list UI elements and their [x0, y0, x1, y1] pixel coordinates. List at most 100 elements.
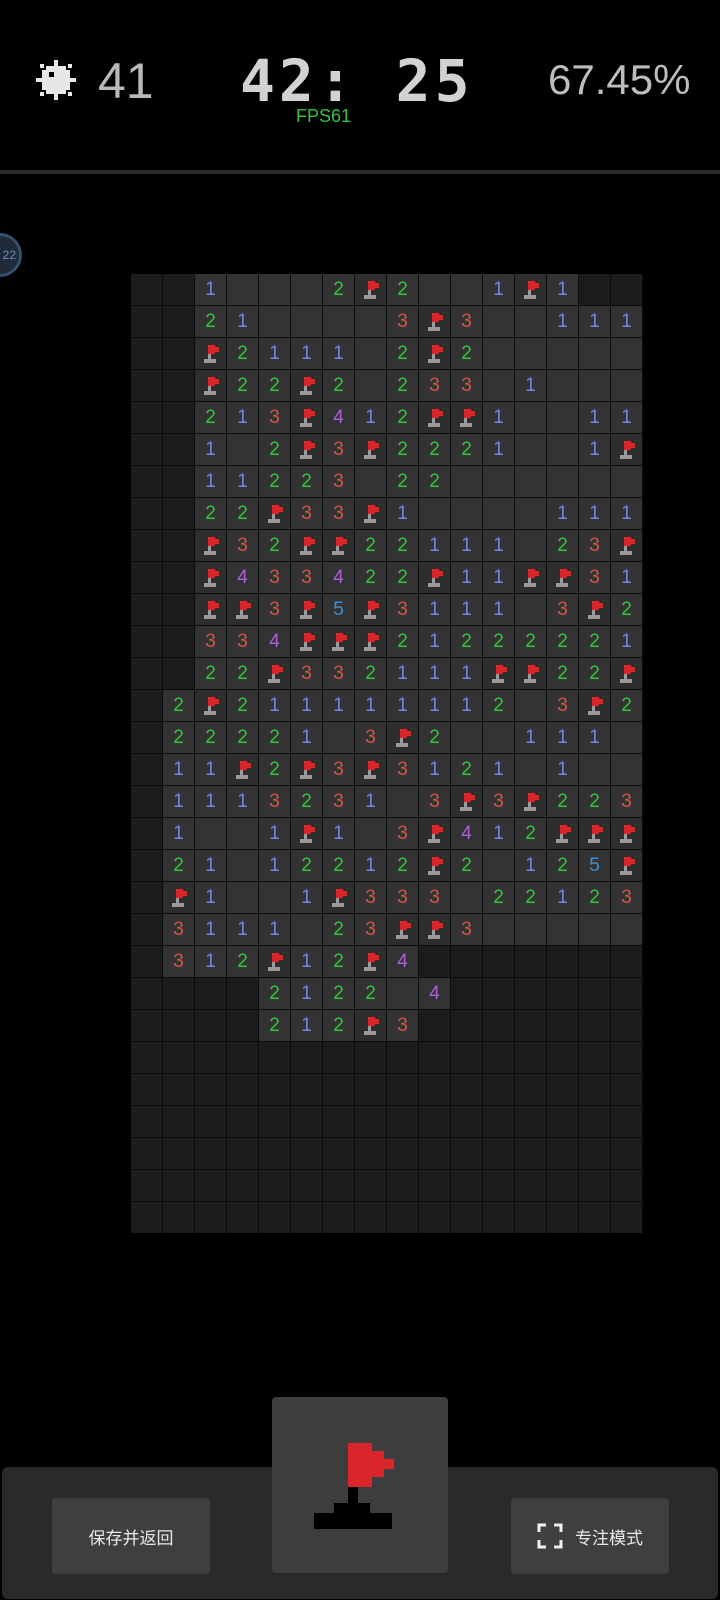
cell-number[interactable]: 2	[323, 978, 354, 1009]
cell-number[interactable]: 1	[195, 882, 226, 913]
cell-number[interactable]: 3	[419, 882, 450, 913]
cell-number[interactable]: 3	[451, 370, 482, 401]
cell-empty[interactable]	[419, 274, 450, 305]
cell-hidden[interactable]	[483, 946, 514, 977]
cell-hidden[interactable]	[227, 1170, 258, 1201]
cell-hidden[interactable]	[291, 1170, 322, 1201]
cell-number[interactable]: 1	[387, 690, 418, 721]
cell-number[interactable]: 4	[227, 562, 258, 593]
cell-number[interactable]: 1	[451, 690, 482, 721]
cell-hidden[interactable]	[387, 1138, 418, 1169]
cell-number[interactable]: 2	[515, 626, 546, 657]
cell-hidden[interactable]	[419, 1074, 450, 1105]
cell-number[interactable]: 2	[259, 1010, 290, 1041]
cell-number[interactable]: 2	[387, 274, 418, 305]
cell-number[interactable]: 3	[259, 786, 290, 817]
cell-hidden[interactable]	[163, 1138, 194, 1169]
cell-flag[interactable]	[259, 658, 290, 689]
cell-number[interactable]: 2	[259, 530, 290, 561]
cell-number[interactable]: 1	[291, 978, 322, 1009]
cell-hidden[interactable]	[483, 978, 514, 1009]
cell-hidden[interactable]	[515, 1074, 546, 1105]
cell-empty[interactable]	[483, 370, 514, 401]
cell-number[interactable]: 1	[547, 306, 578, 337]
cell-hidden[interactable]	[195, 1170, 226, 1201]
cell-hidden[interactable]	[131, 562, 162, 593]
cell-empty[interactable]	[259, 306, 290, 337]
cell-number[interactable]: 3	[323, 754, 354, 785]
cell-hidden[interactable]	[579, 1042, 610, 1073]
cell-hidden[interactable]	[387, 1202, 418, 1233]
cell-number[interactable]: 1	[291, 1010, 322, 1041]
cell-flag[interactable]	[195, 370, 226, 401]
cell-hidden[interactable]	[259, 1170, 290, 1201]
cell-flag[interactable]	[195, 530, 226, 561]
cell-number[interactable]: 1	[195, 434, 226, 465]
cell-hidden[interactable]	[227, 978, 258, 1009]
cell-number[interactable]: 2	[163, 722, 194, 753]
cell-flag[interactable]	[355, 434, 386, 465]
cell-number[interactable]: 1	[515, 370, 546, 401]
cell-flag[interactable]	[451, 402, 482, 433]
cell-number[interactable]: 2	[451, 338, 482, 369]
cell-hidden[interactable]	[547, 946, 578, 977]
cell-number[interactable]: 1	[355, 786, 386, 817]
cell-empty[interactable]	[483, 722, 514, 753]
cell-empty[interactable]	[323, 306, 354, 337]
cell-hidden[interactable]	[515, 1010, 546, 1041]
cell-empty[interactable]	[323, 722, 354, 753]
cell-flag[interactable]	[195, 562, 226, 593]
cell-hidden[interactable]	[195, 1010, 226, 1041]
cell-number[interactable]: 1	[227, 914, 258, 945]
cell-number[interactable]: 3	[355, 914, 386, 945]
cell-flag[interactable]	[291, 594, 322, 625]
cell-empty[interactable]	[579, 466, 610, 497]
cell-hidden[interactable]	[515, 1138, 546, 1169]
save-and-return-button[interactable]: 保存并返回	[52, 1498, 210, 1574]
cell-flag[interactable]	[227, 594, 258, 625]
cell-empty[interactable]	[451, 498, 482, 529]
cell-hidden[interactable]	[611, 1042, 642, 1073]
cell-hidden[interactable]	[579, 1202, 610, 1233]
cell-number[interactable]: 2	[227, 338, 258, 369]
cell-hidden[interactable]	[163, 562, 194, 593]
cell-number[interactable]: 3	[323, 658, 354, 689]
cell-number[interactable]: 1	[195, 850, 226, 881]
cell-hidden[interactable]	[579, 946, 610, 977]
cell-hidden[interactable]	[451, 1106, 482, 1137]
cell-flag[interactable]	[515, 786, 546, 817]
cell-number[interactable]: 2	[483, 626, 514, 657]
cell-number[interactable]: 1	[547, 754, 578, 785]
cell-flag[interactable]	[611, 658, 642, 689]
cell-flag[interactable]	[291, 530, 322, 561]
cell-number[interactable]: 1	[419, 658, 450, 689]
cell-hidden[interactable]	[515, 1202, 546, 1233]
cell-hidden[interactable]	[163, 370, 194, 401]
cell-number[interactable]: 3	[227, 530, 258, 561]
cell-hidden[interactable]	[163, 1042, 194, 1073]
cell-empty[interactable]	[195, 818, 226, 849]
cell-hidden[interactable]	[291, 1106, 322, 1137]
cell-empty[interactable]	[259, 882, 290, 913]
cell-hidden[interactable]	[579, 274, 610, 305]
cell-number[interactable]: 3	[355, 722, 386, 753]
cell-hidden[interactable]	[131, 722, 162, 753]
cell-number[interactable]: 1	[163, 754, 194, 785]
cell-number[interactable]: 2	[195, 722, 226, 753]
cell-flag[interactable]	[291, 754, 322, 785]
cell-number[interactable]: 2	[323, 946, 354, 977]
flag-mode-button[interactable]	[272, 1397, 448, 1573]
cell-hidden[interactable]	[131, 530, 162, 561]
cell-hidden[interactable]	[195, 1074, 226, 1105]
cell-hidden[interactable]	[131, 338, 162, 369]
cell-hidden[interactable]	[323, 1170, 354, 1201]
cell-number[interactable]: 1	[291, 946, 322, 977]
cell-number[interactable]: 1	[227, 466, 258, 497]
cell-number[interactable]: 2	[387, 626, 418, 657]
cell-number[interactable]: 3	[419, 370, 450, 401]
cell-hidden[interactable]	[291, 1138, 322, 1169]
cell-hidden[interactable]	[163, 594, 194, 625]
cell-hidden[interactable]	[515, 1042, 546, 1073]
cell-hidden[interactable]	[515, 978, 546, 1009]
cell-hidden[interactable]	[131, 754, 162, 785]
